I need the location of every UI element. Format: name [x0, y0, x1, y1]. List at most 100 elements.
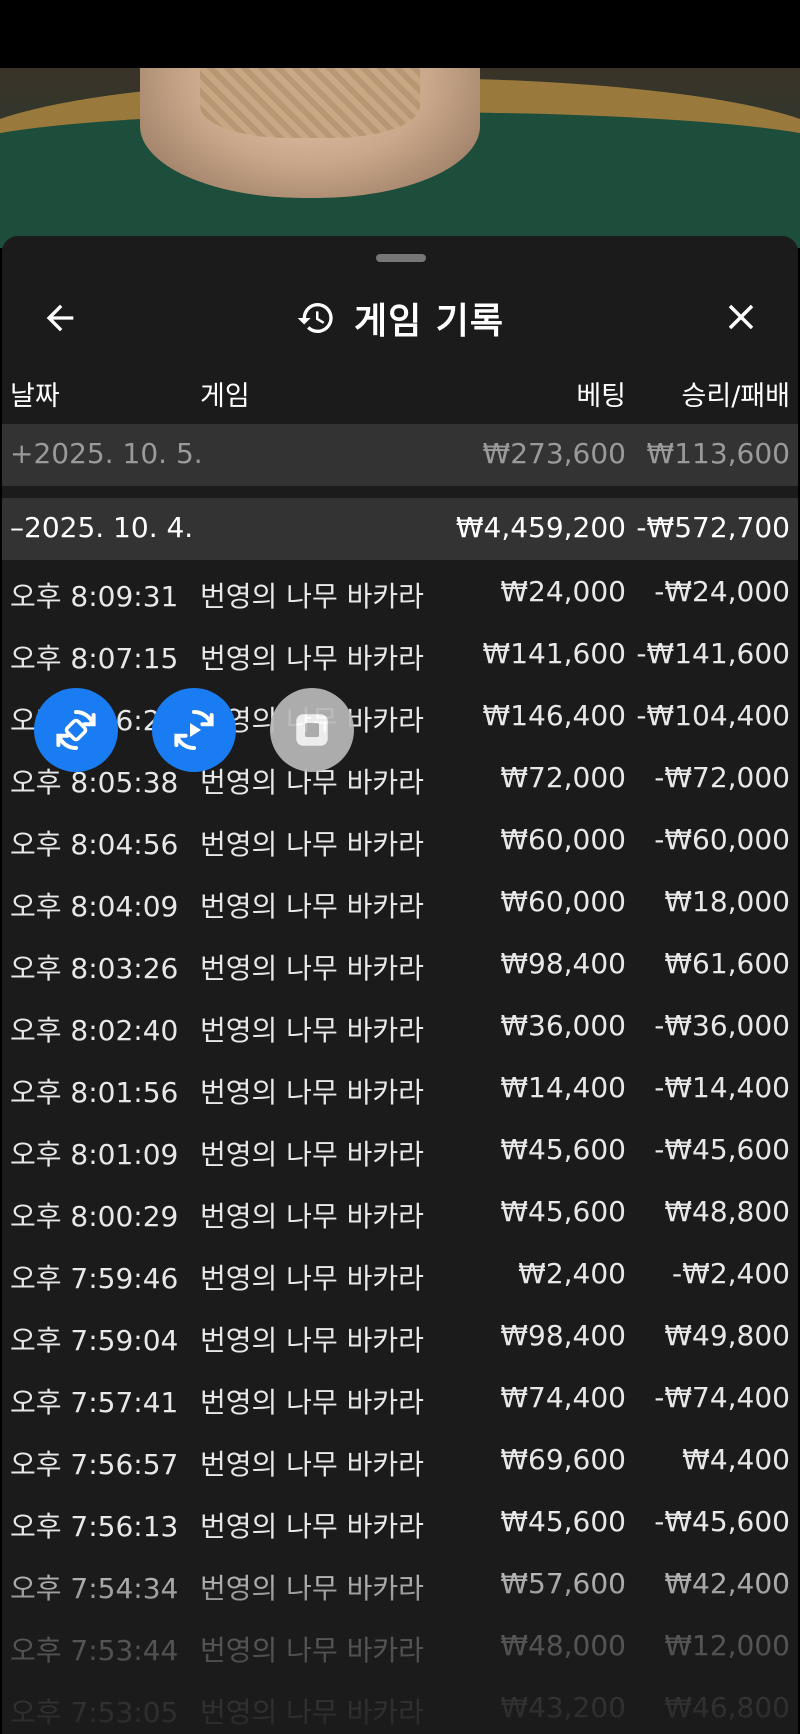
row-game: 번영의 나무 바카라 — [200, 580, 424, 613]
column-header-game: 게임 — [200, 381, 250, 412]
group-result-total: -₩572,700 — [636, 511, 790, 544]
column-header-date: 날짜 — [10, 381, 60, 412]
sheet-header: 게임 기록 — [2, 276, 798, 360]
date-group-row[interactable]: –2025. 10. 4. ₩4,459,200 -₩572,700 — [2, 498, 798, 560]
table-row[interactable]: 오후 8:05:38 번영의 나무 바카라 ₩72,000 -₩72,000 — [2, 748, 798, 810]
table-row[interactable]: 오후 7:54:34 번영의 나무 바카라 ₩57,600 ₩42,400 — [2, 1554, 798, 1616]
row-time: 오후 8:02:40 — [10, 1014, 179, 1047]
row-result: ₩18,000 — [664, 885, 790, 918]
row-result: -₩2,400 — [672, 1257, 790, 1290]
row-bet: ₩69,600 — [500, 1443, 626, 1476]
row-result: -₩36,000 — [654, 1009, 790, 1042]
date-group-row[interactable]: +2025. 10. 5. ₩273,600 ₩113,600 — [2, 424, 798, 486]
row-bet: ₩2,400 — [518, 1257, 626, 1290]
row-time: 오후 8:00:29 — [10, 1200, 179, 1233]
row-result: ₩48,800 — [664, 1195, 790, 1228]
row-result: -₩104,400 — [636, 699, 790, 732]
row-game: 번영의 나무 바카라 — [200, 1386, 424, 1419]
row-game: 번영의 나무 바카라 — [200, 1696, 424, 1729]
row-game: 번영의 나무 바카라 — [200, 1448, 424, 1481]
row-game: 번영의 나무 바카라 — [200, 828, 424, 861]
row-time: 오후 7:59:46 — [10, 1262, 179, 1295]
row-result: ₩61,600 — [664, 947, 790, 980]
replay-button[interactable] — [152, 688, 236, 772]
table-row[interactable]: 오후 7:59:46 번영의 나무 바카라 ₩2,400 -₩2,400 — [2, 1244, 798, 1306]
auto-rotate-button[interactable] — [34, 688, 118, 772]
row-bet: ₩14,400 — [500, 1071, 626, 1104]
table-row[interactable]: 오후 8:01:09 번영의 나무 바카라 ₩45,600 -₩45,600 — [2, 1120, 798, 1182]
row-game: 번영의 나무 바카라 — [200, 1262, 424, 1295]
row-game: 번영의 나무 바카라 — [200, 1634, 424, 1667]
row-time: 오후 8:04:56 — [10, 828, 179, 861]
row-bet: ₩57,600 — [500, 1567, 626, 1600]
table-row[interactable]: 오후 7:53:44 번영의 나무 바카라 ₩48,000 ₩12,000 — [2, 1616, 798, 1678]
table-row[interactable]: 오후 8:02:40 번영의 나무 바카라 ₩36,000 -₩36,000 — [2, 996, 798, 1058]
status-bar — [0, 0, 800, 68]
title-wrap: 게임 기록 — [2, 276, 798, 360]
auto-rotate-icon — [56, 709, 96, 751]
row-bet: ₩43,200 — [500, 1691, 626, 1724]
group-toggle[interactable]: –2025. 10. 4. — [10, 511, 193, 544]
column-headers: 날짜 게임 베팅 승리/패배 — [2, 360, 798, 424]
table-row[interactable]: 오후 8:03:26 번영의 나무 바카라 ₩98,400 ₩61,600 — [2, 934, 798, 996]
row-game: 번영의 나무 바카라 — [200, 1014, 424, 1047]
row-game: 번영의 나무 바카라 — [200, 1510, 424, 1543]
table-row[interactable]: 오후 8:06:2번영의 나무 바카라₩146,400-₩104,400 — [2, 686, 798, 748]
table-row[interactable]: 오후 8:09:31 번영의 나무 바카라 ₩24,000 -₩24,000 — [2, 562, 798, 624]
row-bet: ₩48,000 — [500, 1629, 626, 1662]
row-result: ₩4,400 — [682, 1443, 790, 1476]
row-bet: ₩74,400 — [500, 1381, 626, 1414]
row-bet: ₩24,000 — [500, 575, 626, 608]
row-time: 오후 8:03:26 — [10, 952, 179, 985]
row-game: 번영의 나무 바카라 — [200, 1324, 424, 1357]
column-header-result: 승리/패배 — [681, 381, 790, 412]
table-row[interactable]: 오후 8:00:29 번영의 나무 바카라 ₩45,600 ₩48,800 — [2, 1182, 798, 1244]
row-time: 오후 8:07:15 — [10, 642, 179, 675]
row-result: -₩72,000 — [654, 761, 790, 794]
live-video-background — [0, 68, 800, 248]
table-row[interactable]: 오후 7:56:57 번영의 나무 바카라 ₩69,600 ₩4,400 — [2, 1430, 798, 1492]
row-result: ₩49,800 — [664, 1319, 790, 1352]
table-row[interactable]: 오후 8:04:56 번영의 나무 바카라 ₩60,000 -₩60,000 — [2, 810, 798, 872]
group-result-total: ₩113,600 — [646, 437, 790, 470]
row-game: 번영의 나무 바카라 — [200, 642, 424, 675]
row-result: -₩45,600 — [654, 1505, 790, 1538]
row-time: 오후 7:59:04 — [10, 1324, 179, 1357]
history-icon — [297, 303, 333, 333]
close-icon[interactable] — [720, 296, 762, 338]
group-toggle[interactable]: +2025. 10. 5. — [10, 437, 203, 470]
column-header-bet: 베팅 — [576, 381, 626, 412]
row-time: 오후 8:09:31 — [10, 580, 179, 613]
row-result: -₩141,600 — [636, 637, 790, 670]
row-bet: ₩98,400 — [500, 1319, 626, 1352]
table-row[interactable]: 오후 7:59:04 번영의 나무 바카라 ₩98,400 ₩49,800 — [2, 1306, 798, 1368]
stop-icon — [296, 714, 328, 746]
row-game: 번영의 나무 바카라 — [200, 1138, 424, 1171]
row-bet: ₩60,000 — [500, 823, 626, 856]
row-time: 오후 8:04:09 — [10, 890, 179, 923]
table-row[interactable]: 오후 7:53:05 번영의 나무 바카라 ₩43,200 ₩46,800 — [2, 1678, 798, 1734]
table-row[interactable]: 오후 8:01:56 번영의 나무 바카라 ₩14,400 -₩14,400 — [2, 1058, 798, 1120]
row-time: 오후 8:01:56 — [10, 1076, 179, 1109]
group-bet-total: ₩4,459,200 — [455, 511, 626, 544]
row-game: 번영의 나무 바카라 — [200, 1572, 424, 1605]
table-row[interactable]: 오후 7:57:41 번영의 나무 바카라 ₩74,400 -₩74,400 — [2, 1368, 798, 1430]
row-bet: ₩60,000 — [500, 885, 626, 918]
row-result: -₩74,400 — [654, 1381, 790, 1414]
row-bet: ₩45,600 — [500, 1195, 626, 1228]
row-bet: ₩141,600 — [482, 637, 626, 670]
game-history-sheet: 게임 기록 날짜 게임 베팅 승리/패배 +2025. 10. 5. ₩273,… — [2, 236, 798, 1734]
stop-button[interactable] — [270, 688, 354, 772]
row-bet: ₩146,400 — [482, 699, 626, 732]
table-row[interactable]: 오후 8:07:15 번영의 나무 바카라 ₩141,600 -₩141,600 — [2, 624, 798, 686]
row-game: 번영의 나무 바카라 — [200, 952, 424, 985]
back-arrow-icon[interactable] — [40, 298, 80, 338]
row-bet: ₩36,000 — [500, 1009, 626, 1042]
row-bet: ₩45,600 — [500, 1505, 626, 1538]
table-row[interactable]: 오후 7:56:13 번영의 나무 바카라 ₩45,600 -₩45,600 — [2, 1492, 798, 1554]
row-time: 오후 7:57:41 — [10, 1386, 179, 1419]
table-row[interactable]: 오후 8:04:09 번영의 나무 바카라 ₩60,000 ₩18,000 — [2, 872, 798, 934]
dealer-dress — [200, 68, 420, 138]
drag-handle[interactable] — [376, 254, 426, 262]
row-bet: ₩45,600 — [500, 1133, 626, 1166]
